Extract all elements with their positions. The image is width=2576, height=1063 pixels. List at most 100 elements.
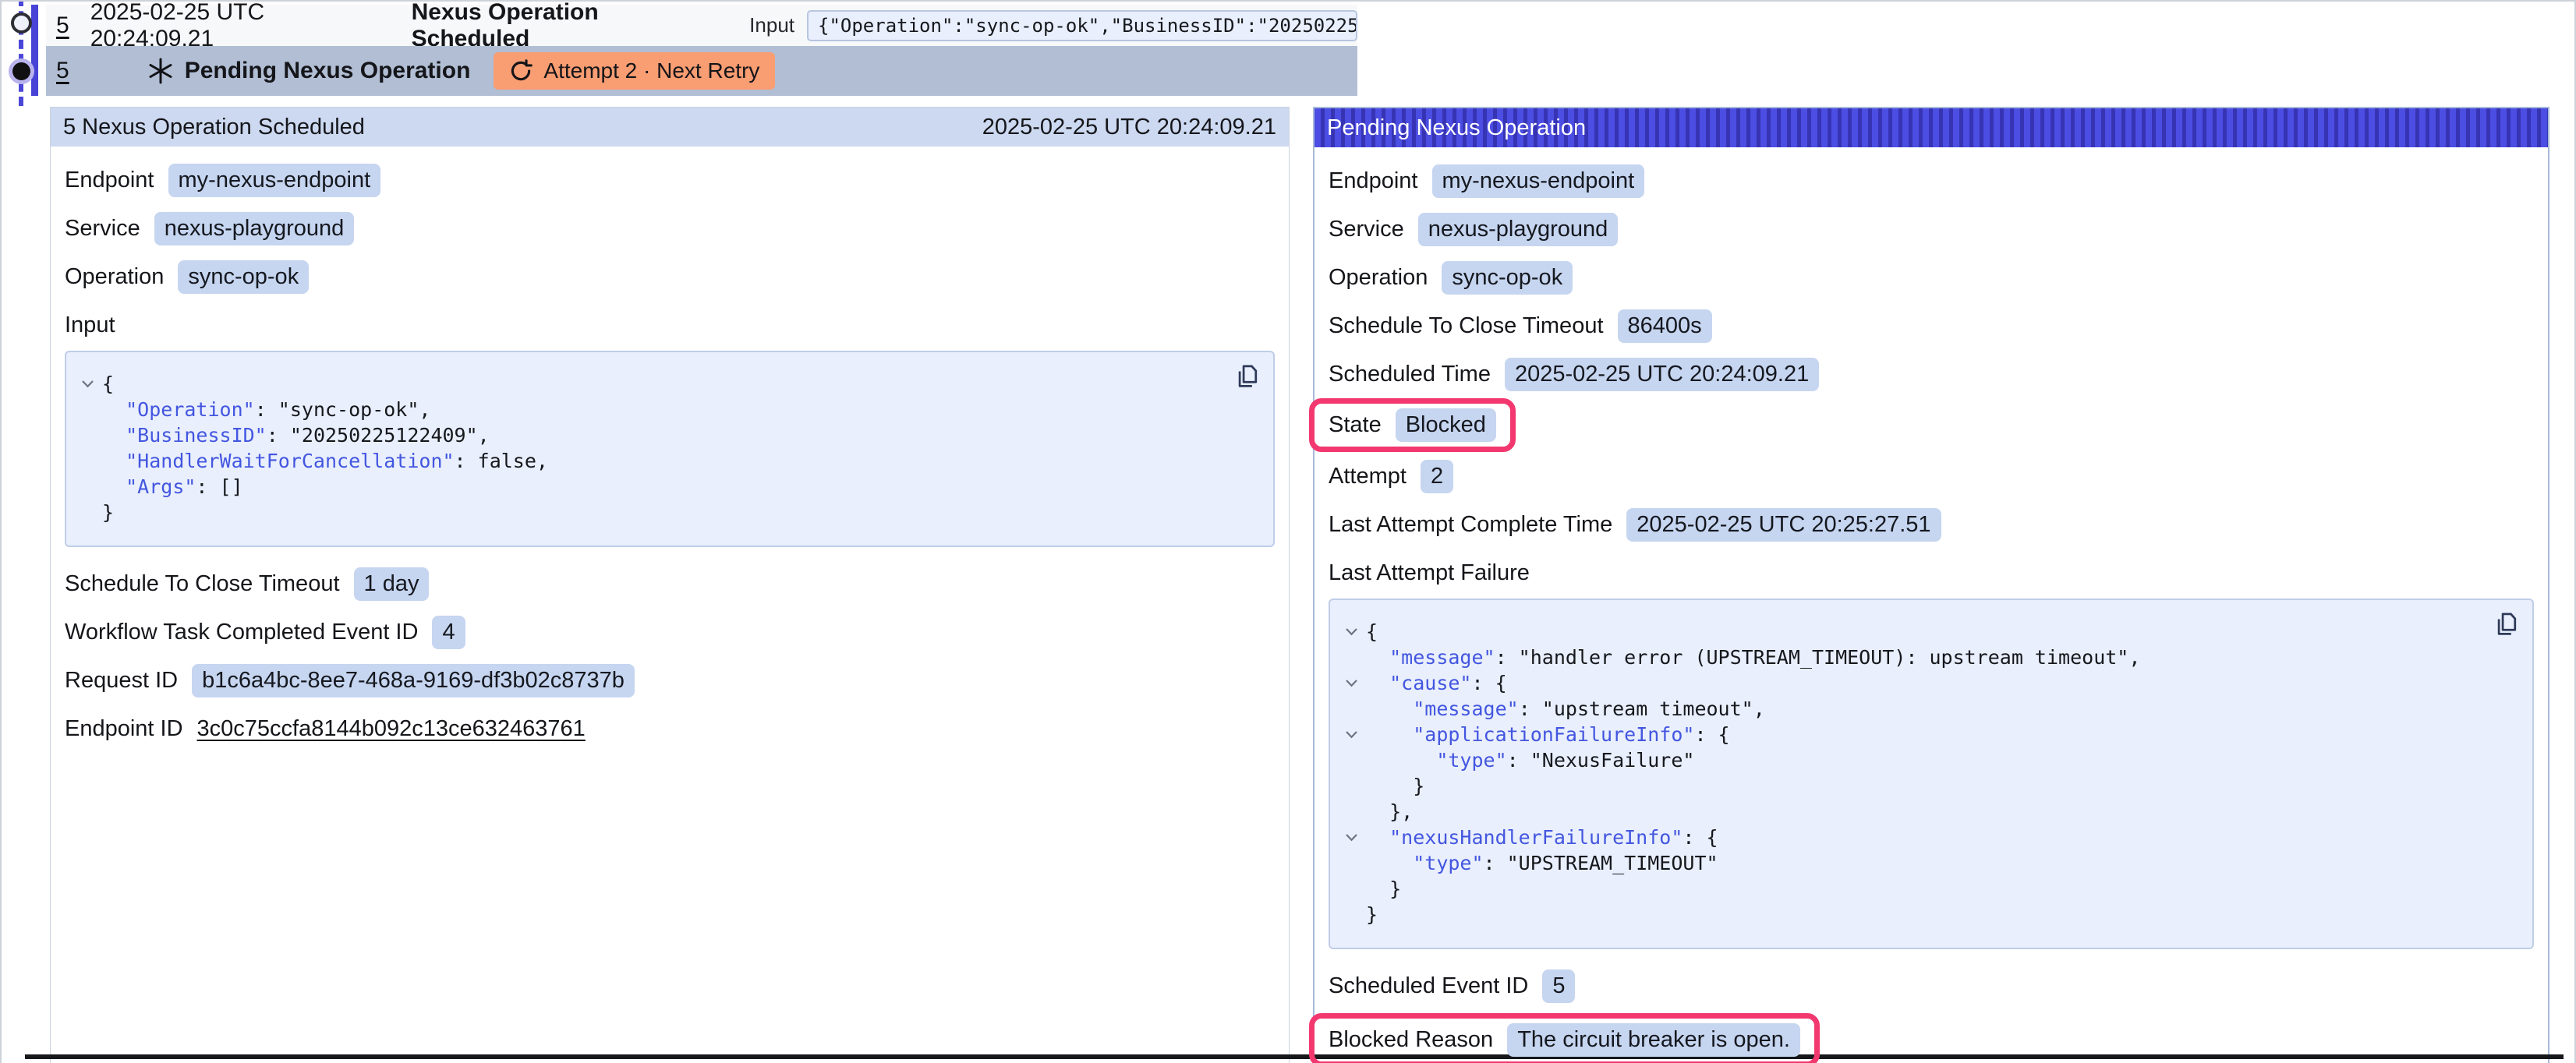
code-line: } (1336, 773, 2486, 799)
chevron-down-icon[interactable] (81, 380, 94, 388)
code-line: { (73, 371, 1226, 397)
scheduled-event-panel: 5 Nexus Operation Scheduled 2025-02-25 U… (50, 107, 1290, 1063)
code-line: { (1336, 619, 2486, 645)
timeline-filled-circle-icon (12, 62, 30, 80)
field-endpoint-id: Endpoint ID 3c0c75ccfa8144b092c13ce63246… (65, 705, 1275, 753)
chevron-down-icon[interactable] (1345, 679, 1358, 687)
field-label: Last Attempt Complete Time (1329, 512, 1612, 538)
retry-badge-label: Attempt 2 · Next Retry (543, 58, 759, 83)
code-line: "cause": { (1336, 670, 2486, 696)
field-value-chip: nexus-playground (1418, 213, 1619, 246)
input-section-label: Input (65, 309, 1275, 341)
field-label: Attempt (1329, 464, 1407, 489)
field-label: State (1329, 412, 1382, 438)
pending-title: Pending Nexus Operation (185, 58, 471, 84)
field-schedule-to-close-timeout: Schedule To Close Timeout 86400s (1329, 302, 2534, 350)
field-label: Scheduled Event ID (1329, 973, 1528, 999)
copy-icon (1233, 363, 1260, 390)
scheduled-panel-title: 5 Nexus Operation Scheduled (63, 115, 365, 140)
event-id-link[interactable]: 5 (56, 12, 69, 39)
field-label: Endpoint (1329, 168, 1418, 194)
field-value-chip: 5 (1542, 969, 1575, 1003)
code-line: "applicationFailureInfo": { (1336, 722, 2486, 747)
code-line: } (1336, 876, 2486, 902)
scheduled-panel-body: Endpoint my-nexus-endpoint Service nexus… (51, 147, 1289, 753)
field-label: Workflow Task Completed Event ID (65, 620, 418, 645)
field-label: Endpoint (65, 168, 154, 193)
field-endpoint: Endpoint my-nexus-endpoint (65, 156, 1275, 204)
pending-panel-header: Pending Nexus Operation (1315, 108, 2548, 147)
field-label: Schedule To Close Timeout (1329, 313, 1604, 339)
scheduled-panel-timestamp: 2025-02-25 UTC 20:24:09.21 (982, 115, 1276, 140)
code-line: "Operation": "sync-op-ok", (73, 397, 1226, 422)
event-input-preview-chip: {"Operation":"sync-op-ok","BusinessID":"… (807, 10, 1357, 41)
bottom-divider (25, 1054, 2564, 1059)
pending-operation-panel: Pending Nexus Operation Endpoint my-nexu… (1313, 107, 2549, 1063)
field-scheduled-event-id: Scheduled Event ID 5 (1329, 962, 2534, 1010)
chevron-down-icon[interactable] (1345, 730, 1358, 739)
endpoint-id-link[interactable]: 3c0c75ccfa8144b092c13ce632463761 (197, 716, 586, 742)
annotation-highlight-state: State Blocked (1309, 398, 1516, 452)
chevron-down-icon[interactable] (1345, 833, 1358, 842)
field-label: Service (65, 216, 140, 242)
field-operation: Operation sync-op-ok (1329, 253, 2534, 302)
code-line: } (73, 500, 1226, 525)
field-state: State Blocked (1329, 398, 2534, 452)
field-value-chip: 2 (1421, 460, 1453, 493)
timeline-group-bar (31, 5, 38, 96)
copy-button[interactable] (2492, 611, 2520, 639)
field-workflow-task-completed-event-id: Workflow Task Completed Event ID 4 (65, 608, 1275, 656)
field-value-chip: my-nexus-endpoint (1432, 164, 1645, 198)
timeline-open-circle-icon (11, 12, 32, 34)
field-endpoint: Endpoint my-nexus-endpoint (1329, 157, 2534, 205)
event-title: Nexus Operation Scheduled (412, 0, 717, 52)
field-label: Schedule To Close Timeout (65, 571, 340, 597)
field-last-attempt-complete-time: Last Attempt Complete Time 2025-02-25 UT… (1329, 500, 2534, 549)
code-line: "message": "upstream timeout", (1336, 696, 2486, 722)
pending-operation-row[interactable]: 5 Pending Nexus Operation Attempt 2 · Ne… (46, 46, 1357, 96)
field-scheduled-time: Scheduled Time 2025-02-25 UTC 20:24:09.2… (1329, 350, 2534, 398)
field-label: Endpoint ID (65, 716, 183, 742)
field-attempt: Attempt 2 (1329, 452, 2534, 500)
annotation-highlight-blocked-reason: Blocked Reason The circuit breaker is op… (1309, 1013, 1820, 1063)
field-value-chip: sync-op-ok (1442, 261, 1573, 295)
field-service: Service nexus-playground (1329, 205, 2534, 253)
code-line: "type": "UPSTREAM_TIMEOUT" (1336, 850, 2486, 876)
failure-json-block: { "message": "handler error (UPSTREAM_TI… (1329, 599, 2534, 949)
code-line: } (1336, 902, 2486, 927)
field-label: Scheduled Time (1329, 362, 1491, 387)
event-history-view: 5 2025-02-25 UTC 20:24:09.21 Nexus Opera… (0, 0, 2576, 1063)
pending-id-link[interactable]: 5 (56, 58, 69, 84)
state-value-chip: Blocked (1396, 408, 1496, 442)
pending-panel-title: Pending Nexus Operation (1327, 115, 1586, 141)
field-service: Service nexus-playground (65, 204, 1275, 253)
code-line: "nexusHandlerFailureInfo": { (1336, 825, 2486, 850)
code-line: "message": "handler error (UPSTREAM_TIME… (1336, 645, 2486, 670)
input-json-block: { "Operation": "sync-op-ok", "BusinessID… (65, 351, 1275, 547)
event-input-label: Input (749, 13, 794, 37)
event-row-nexus-operation-scheduled[interactable]: 5 2025-02-25 UTC 20:24:09.21 Nexus Opera… (46, 5, 1357, 46)
scheduled-panel-header: 5 Nexus Operation Scheduled 2025-02-25 U… (51, 108, 1289, 147)
field-label: Request ID (65, 668, 178, 694)
field-label: Operation (65, 264, 164, 290)
field-request-id: Request ID b1c6a4bc-8ee7-468a-9169-df3b0… (65, 656, 1275, 705)
code-line: "BusinessID": "20250225122409", (73, 422, 1226, 448)
field-operation: Operation sync-op-ok (65, 253, 1275, 301)
code-line: "Args": [] (73, 474, 1226, 500)
field-value-chip: 1 day (354, 567, 430, 601)
asterisk-icon (147, 58, 174, 84)
copy-button[interactable] (1233, 363, 1261, 391)
field-schedule-to-close-timeout: Schedule To Close Timeout 1 day (65, 560, 1275, 608)
field-value-chip: my-nexus-endpoint (168, 164, 381, 197)
copy-icon (2493, 611, 2519, 637)
field-value-chip: sync-op-ok (178, 260, 309, 294)
retry-arrow-icon (509, 59, 533, 83)
field-value-chip: 2025-02-25 UTC 20:25:27.51 (1626, 508, 1941, 542)
field-value-chip: 4 (432, 616, 465, 649)
chevron-down-icon[interactable] (1345, 627, 1358, 636)
field-value-chip: b1c6a4bc-8ee7-468a-9169-df3b02c8737b (192, 664, 635, 697)
field-value-chip: nexus-playground (154, 212, 355, 245)
field-value-chip: 86400s (1618, 309, 1712, 343)
field-label: Operation (1329, 265, 1428, 291)
code-line: }, (1336, 799, 2486, 825)
